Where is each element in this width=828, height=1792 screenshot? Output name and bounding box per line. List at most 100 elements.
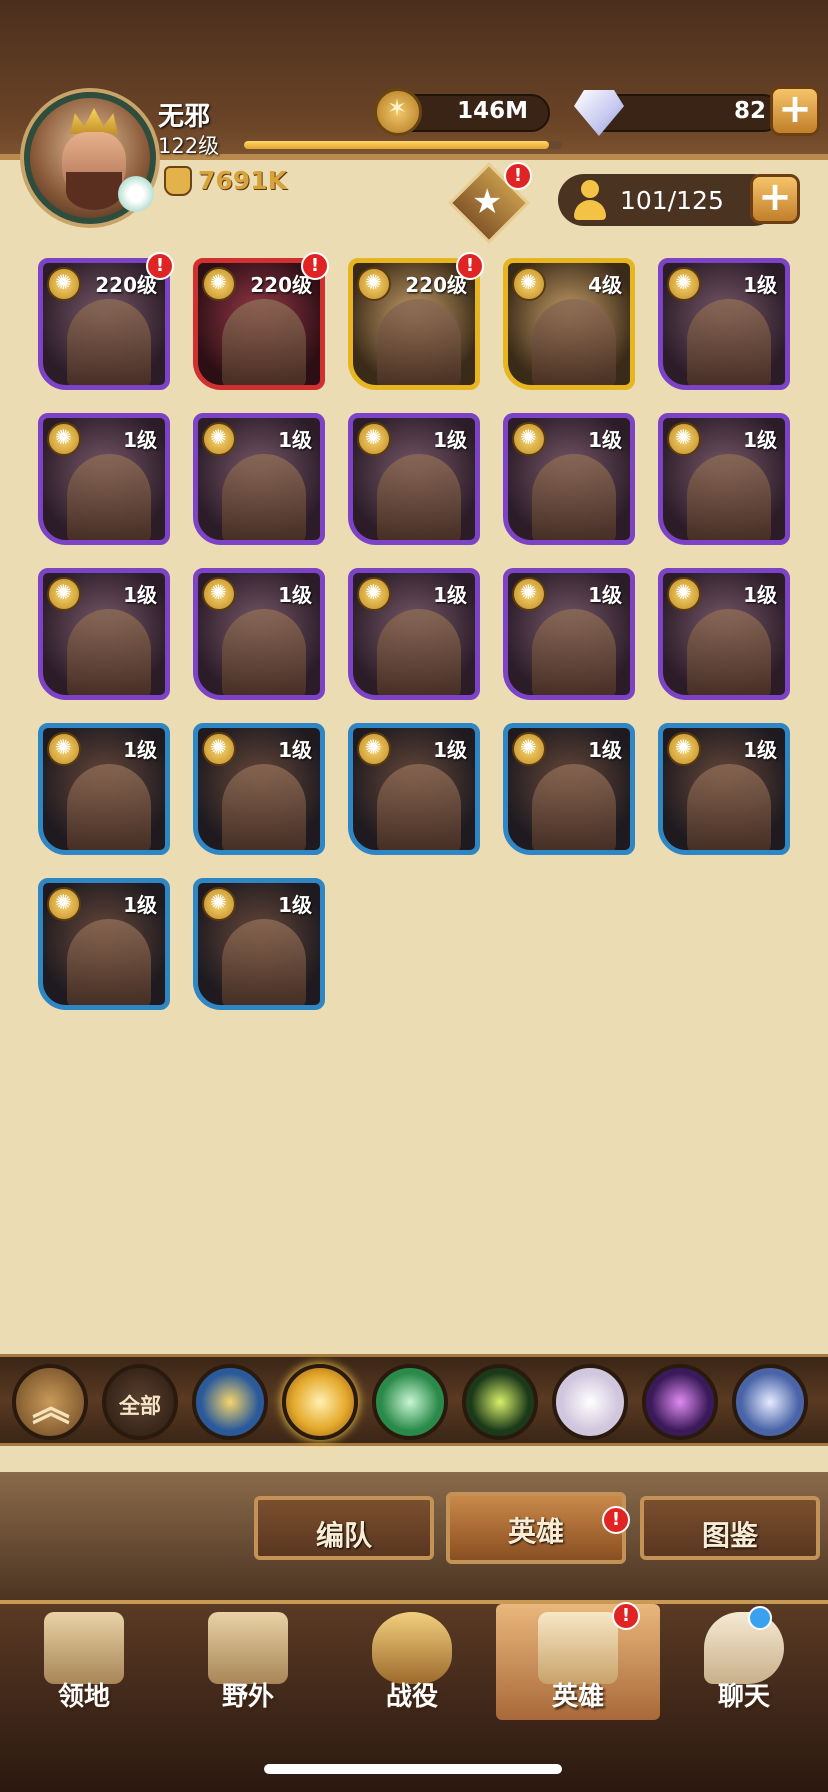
lightbearer-icon[interactable] [192, 1364, 268, 1440]
hero-level: 1级 [278, 893, 312, 917]
hero-level: 1级 [743, 273, 777, 297]
hero-portrait [377, 764, 461, 850]
mauler-faction-icon [202, 887, 236, 921]
wilder-icon[interactable] [372, 1364, 448, 1440]
hero-card[interactable]: 1级 [503, 568, 635, 700]
combat-power: 7691K [198, 166, 287, 195]
hero-card[interactable]: 1级 [193, 568, 325, 700]
hero-card[interactable]: 1级 [193, 878, 325, 1010]
hero-card[interactable]: 220级 [38, 258, 170, 390]
hero-card[interactable]: 1级 [658, 413, 790, 545]
hero-card[interactable]: 1级 [38, 878, 170, 1010]
hero-level: 1级 [123, 893, 157, 917]
hero-portrait [687, 609, 771, 695]
hero-alert-badge: ! [456, 252, 484, 280]
player-level: 122级 [158, 134, 220, 158]
mauler-icon[interactable] [282, 1364, 358, 1440]
hero-level: 1级 [588, 428, 622, 452]
hero-card[interactable]: 1级 [658, 568, 790, 700]
hero-card[interactable]: 1级 [503, 723, 635, 855]
mauler-faction-icon [512, 732, 546, 766]
nav-territory[interactable]: 领地 [2, 1604, 166, 1720]
filter-all-label: 全部 [119, 1394, 161, 1418]
hero-card[interactable]: 4级 [503, 258, 635, 390]
hero-card[interactable]: 220级 [193, 258, 325, 390]
scroll-map-icon [208, 1612, 288, 1684]
nav-wilderness[interactable]: 野外 [166, 1604, 330, 1720]
collapse-filter-button[interactable] [12, 1364, 88, 1440]
hero-level: 1级 [743, 428, 777, 452]
tab-codex[interactable]: 图鉴 [640, 1496, 820, 1560]
tab-heroes[interactable]: 英雄 [446, 1492, 626, 1564]
hypogean-icon[interactable] [642, 1364, 718, 1440]
mauler-faction-icon [667, 577, 701, 611]
hero-portrait [532, 299, 616, 385]
hero-portrait [67, 919, 151, 1005]
sword-shield-icon [372, 1612, 452, 1684]
hero-card[interactable]: 1级 [658, 258, 790, 390]
hero-portrait [222, 299, 306, 385]
hero-level: 1级 [433, 738, 467, 762]
filter-all-button[interactable]: 全部 [102, 1364, 178, 1440]
hero-portrait [377, 299, 461, 385]
hero-portrait [222, 764, 306, 850]
mauler-faction-icon [47, 732, 81, 766]
hero-portrait [687, 454, 771, 540]
mauler-faction-icon [357, 267, 391, 301]
xp-progress-bar [244, 141, 562, 149]
mauler-faction-icon [202, 267, 236, 301]
hero-card[interactable]: 1级 [193, 413, 325, 545]
star-icon: ★ [472, 182, 503, 222]
hero-portrait [67, 764, 151, 850]
hero-level: 1级 [123, 738, 157, 762]
hero-card[interactable]: 1级 [658, 723, 790, 855]
emblem-alert-badge: ! [504, 162, 532, 190]
tab-formation-label: 编队 [315, 1519, 372, 1552]
hero-portrait [67, 609, 151, 695]
hero-card[interactable]: 1级 [348, 413, 480, 545]
mauler-faction-icon [47, 267, 81, 301]
hero-portrait [67, 454, 151, 540]
mauler-faction-icon [512, 422, 546, 456]
fist-icon [164, 166, 192, 196]
hero-card[interactable]: 1级 [38, 568, 170, 700]
player-avatar[interactable] [24, 92, 156, 224]
crown-icon [70, 108, 118, 134]
home-indicator[interactable] [264, 1764, 562, 1774]
chat-bubble-icon [704, 1612, 784, 1684]
hero-portrait [67, 299, 151, 385]
hero-portrait [222, 454, 306, 540]
graveborn-icon[interactable] [462, 1364, 538, 1440]
mauler-faction-icon [667, 422, 701, 456]
hero-level: 1级 [588, 583, 622, 607]
nav-chat[interactable]: 聊天 [662, 1604, 826, 1720]
celestial-icon[interactable] [552, 1364, 628, 1440]
hero-card[interactable]: 1级 [348, 568, 480, 700]
flower-icon [118, 176, 154, 212]
hero-level: 4级 [588, 273, 622, 297]
hero-card[interactable]: 220级 [348, 258, 480, 390]
hero-portrait [687, 299, 771, 385]
mauler-faction-icon [202, 422, 236, 456]
nav-campaign[interactable]: 战役 [330, 1604, 494, 1720]
hero-card[interactable]: 1级 [348, 723, 480, 855]
hero-portrait [222, 919, 306, 1005]
chat-notification-dot [748, 1606, 772, 1630]
hero-card[interactable]: 1级 [193, 723, 325, 855]
tab-formation[interactable]: 编队 [254, 1496, 434, 1560]
hero-card[interactable]: 1级 [38, 723, 170, 855]
heroes-tab-alert-badge: ! [602, 1506, 630, 1534]
dimensional-icon[interactable] [732, 1364, 808, 1440]
add-gems-button[interactable]: + [770, 86, 820, 136]
hero-level: 1级 [278, 428, 312, 452]
hero-portrait [377, 609, 461, 695]
expand-roster-button[interactable]: + [750, 174, 800, 224]
mauler-faction-icon [667, 267, 701, 301]
hero-level: 1级 [123, 428, 157, 452]
hero-card[interactable]: 1级 [503, 413, 635, 545]
tab-heroes-label: 英雄 [507, 1515, 564, 1548]
nav-territory-label: 领地 [57, 1682, 110, 1712]
nav-wilderness-label: 野外 [221, 1682, 274, 1712]
hero-card[interactable]: 1级 [38, 413, 170, 545]
mauler-faction-icon [47, 422, 81, 456]
